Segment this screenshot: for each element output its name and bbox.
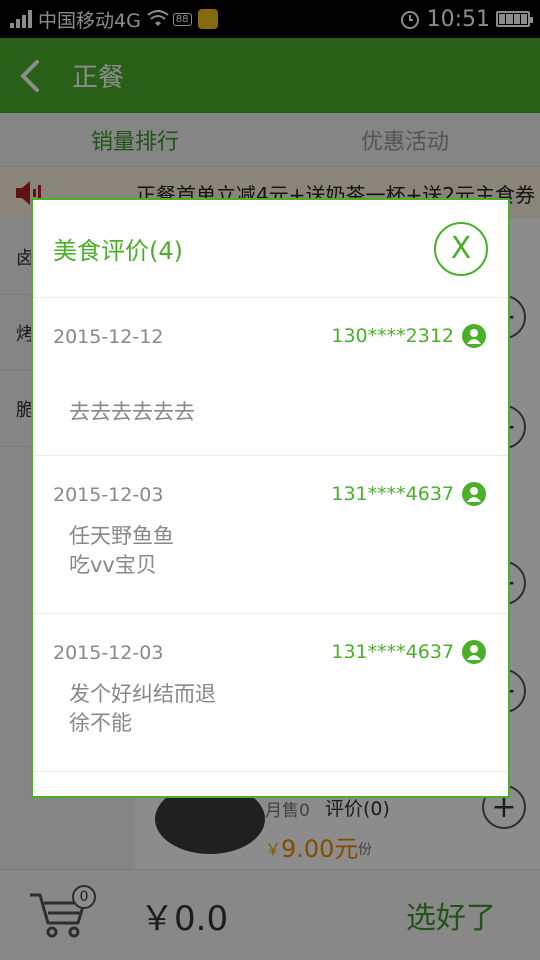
- review-content: 任天野鱼鱼 吃vv宝贝: [69, 524, 174, 577]
- review-item: 2015-12-03 131****4637 任天野鱼鱼 吃vv宝贝: [33, 456, 508, 614]
- review-username: 131****4637: [331, 483, 454, 505]
- review-username: 131****4637: [331, 641, 454, 663]
- review-item: 2015-12-03 131****4637 发个好纠结而退 徐不能: [33, 614, 508, 772]
- dialog-header: 美食评价(4) X: [33, 200, 508, 298]
- review-user: 130****2312: [331, 324, 486, 348]
- user-icon: [462, 640, 486, 664]
- review-user: 131****4637: [331, 482, 486, 506]
- close-button[interactable]: X: [434, 221, 488, 276]
- user-icon: [462, 482, 486, 506]
- reviews-dialog: 美食评价(4) X 2015-12-12 130****2312 去去去去去去 …: [31, 198, 510, 798]
- review-item: 2015-12-12 130****2312 去去去去去去: [33, 298, 508, 456]
- user-icon: [462, 324, 486, 348]
- review-username: 130****2312: [331, 325, 454, 347]
- review-user: 131****4637: [331, 640, 486, 664]
- review-content: 发个好纠结而退 徐不能: [69, 682, 216, 735]
- dialog-title: 美食评价(4): [53, 237, 183, 265]
- review-content: 去去去去去去: [69, 400, 195, 424]
